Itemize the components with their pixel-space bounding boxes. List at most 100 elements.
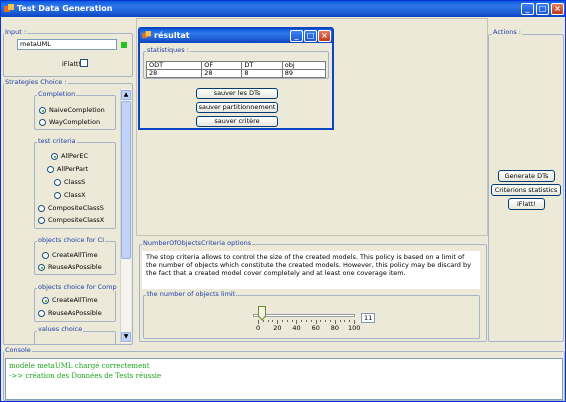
stats-value-cell: 8 — [241, 69, 283, 78]
slider-minor-tick — [267, 320, 269, 322]
radio-button[interactable] — [38, 310, 45, 317]
slider-tick-label: 0 — [256, 324, 261, 332]
result-close-button[interactable]: × — [318, 30, 331, 42]
slider-minor-tick — [310, 320, 312, 322]
save-criterion-button[interactable]: sauver critère — [196, 116, 278, 127]
radio-button[interactable] — [39, 107, 46, 114]
criterions-statistics-button[interactable]: Criterions statistics — [491, 184, 561, 196]
objects-limit-value[interactable]: 11 — [361, 313, 375, 323]
radio-label: ReuseAsPossible — [48, 263, 102, 271]
close-button[interactable]: × — [551, 3, 564, 15]
generate-dts-button[interactable]: Generate DTs — [498, 170, 555, 182]
iflatt-checkbox-label: iFlatt! — [62, 60, 82, 68]
iflatt-checkbox[interactable] — [80, 59, 88, 67]
slider-thumb[interactable] — [258, 306, 266, 321]
console-output[interactable]: modèle metaUML chargé correctement ->> c… — [5, 358, 563, 400]
radio-label: CreateAllTime — [52, 251, 98, 259]
result-minimize-button[interactable]: _ — [290, 30, 303, 42]
slider-minor-tick — [282, 320, 283, 322]
save-dts-button[interactable]: sauver les DTs — [196, 88, 278, 99]
values-choice-legend: values choice — [37, 325, 84, 333]
radio-button[interactable] — [47, 166, 54, 173]
radio-label: AllPerPart — [57, 165, 89, 173]
stats-value-cell: 28 — [201, 69, 243, 78]
objects-ci-legend: objects choice for CI — [37, 236, 106, 244]
slider-minor-tick — [301, 320, 303, 322]
radio-label: ClassS — [64, 178, 86, 186]
result-dialog: résultat _ □ × statistiques : ODT OF DT … — [138, 27, 334, 130]
radio-label: ReuseAsPossible — [48, 309, 102, 317]
result-titlebar[interactable]: résultat _ □ × — [140, 29, 332, 43]
radio-label: WayCompletion — [49, 118, 101, 126]
app-icon — [142, 31, 151, 39]
objects-limit-legend: the number of objects limit — [146, 290, 237, 298]
radio-label: CreateAllTime — [52, 296, 98, 304]
test-criteria-legend: test criteria — [37, 137, 77, 145]
stats-value-cell: 28 — [145, 69, 203, 78]
radio-label: AllPerEC — [61, 152, 89, 160]
radio-label: CompositeClassS — [48, 204, 104, 212]
slider-minor-tick — [291, 320, 293, 322]
radio-button[interactable] — [39, 119, 46, 126]
radio-button[interactable] — [42, 252, 49, 259]
radio-label: ClassX — [64, 191, 86, 199]
status-indicator — [121, 42, 127, 48]
slider-minor-tick — [306, 320, 307, 322]
scroll-down-button[interactable]: ▼ — [121, 332, 131, 342]
slider-tick-label: 80 — [330, 324, 340, 332]
console-line: modèle metaUML chargé correctement — [9, 362, 150, 370]
console-line: ->> création des Données de Tests réussi… — [9, 372, 162, 380]
strategies-legend: Strategies Choice : — [4, 78, 68, 86]
stats-header-row: ODT OF DT obj — [145, 61, 327, 70]
completion-legend: Completion — [37, 90, 77, 98]
slider-minor-tick — [320, 320, 322, 322]
slider-minor-tick — [325, 320, 327, 322]
scroll-thumb[interactable] — [121, 101, 131, 259]
result-maximize-button[interactable]: □ — [304, 30, 317, 42]
slider-tick-label: 20 — [273, 324, 282, 332]
app-icon — [4, 4, 14, 12]
minimize-button[interactable]: _ — [521, 3, 534, 15]
slider-tick-label: 60 — [311, 324, 320, 332]
radio-button[interactable] — [38, 205, 45, 212]
values-choice-group — [34, 331, 116, 345]
radio-button[interactable] — [54, 179, 61, 186]
console-legend: Console — [4, 346, 32, 354]
objects-comp-legend: objects choice for Comp — [37, 283, 118, 291]
slider-minor-tick — [330, 320, 331, 322]
criteria-description: The stop criteria allows to control the … — [142, 251, 480, 289]
radio-label: CompositeClassX — [48, 216, 105, 224]
slider-minor-tick — [286, 320, 288, 322]
radio-button[interactable] — [42, 297, 49, 304]
radio-button[interactable] — [38, 217, 45, 224]
radio-label: NaiveCompletion — [49, 106, 105, 114]
window-title: Test Data Generation — [17, 4, 113, 13]
title-bar[interactable]: Test Data Generation _ □ × — [1, 1, 565, 17]
slider-tick-label: 100 — [348, 324, 361, 332]
iflatt-button[interactable]: iFlatt! — [508, 198, 545, 210]
stats-legend: statistiques : — [146, 46, 190, 54]
model-field[interactable]: metaUML — [17, 39, 117, 50]
slider-minor-tick — [344, 320, 346, 322]
radio-button[interactable] — [51, 153, 58, 160]
maximize-button[interactable]: □ — [536, 3, 549, 15]
slider-minor-tick — [349, 320, 351, 322]
slider-minor-tick — [339, 320, 341, 322]
main-window: Test Data Generation _ □ × Input : metaU… — [0, 0, 566, 402]
stats-value-row: 28 28 8 89 — [145, 69, 327, 78]
scroll-up-button[interactable]: ▲ — [121, 90, 131, 100]
radio-button[interactable] — [38, 264, 45, 271]
stats-value-cell: 89 — [281, 69, 327, 78]
actions-legend: Actions : — [492, 28, 522, 36]
input-legend: Input : — [4, 28, 28, 36]
criteria-options-legend: NumberOfObjectsCriteria options — [142, 239, 253, 247]
radio-button[interactable] — [54, 192, 61, 199]
stats-table: ODT OF DT obj 28 28 8 89 — [145, 61, 327, 78]
objects-limit-slider[interactable] — [253, 314, 355, 317]
slider-tick-label: 40 — [292, 324, 301, 332]
slider-minor-tick — [272, 320, 274, 322]
result-title: résultat — [154, 31, 190, 40]
slider-minor-tick — [262, 320, 264, 322]
objects-limit-group — [143, 295, 480, 339]
save-partitioning-button[interactable]: sauver partitionnement — [196, 102, 278, 113]
